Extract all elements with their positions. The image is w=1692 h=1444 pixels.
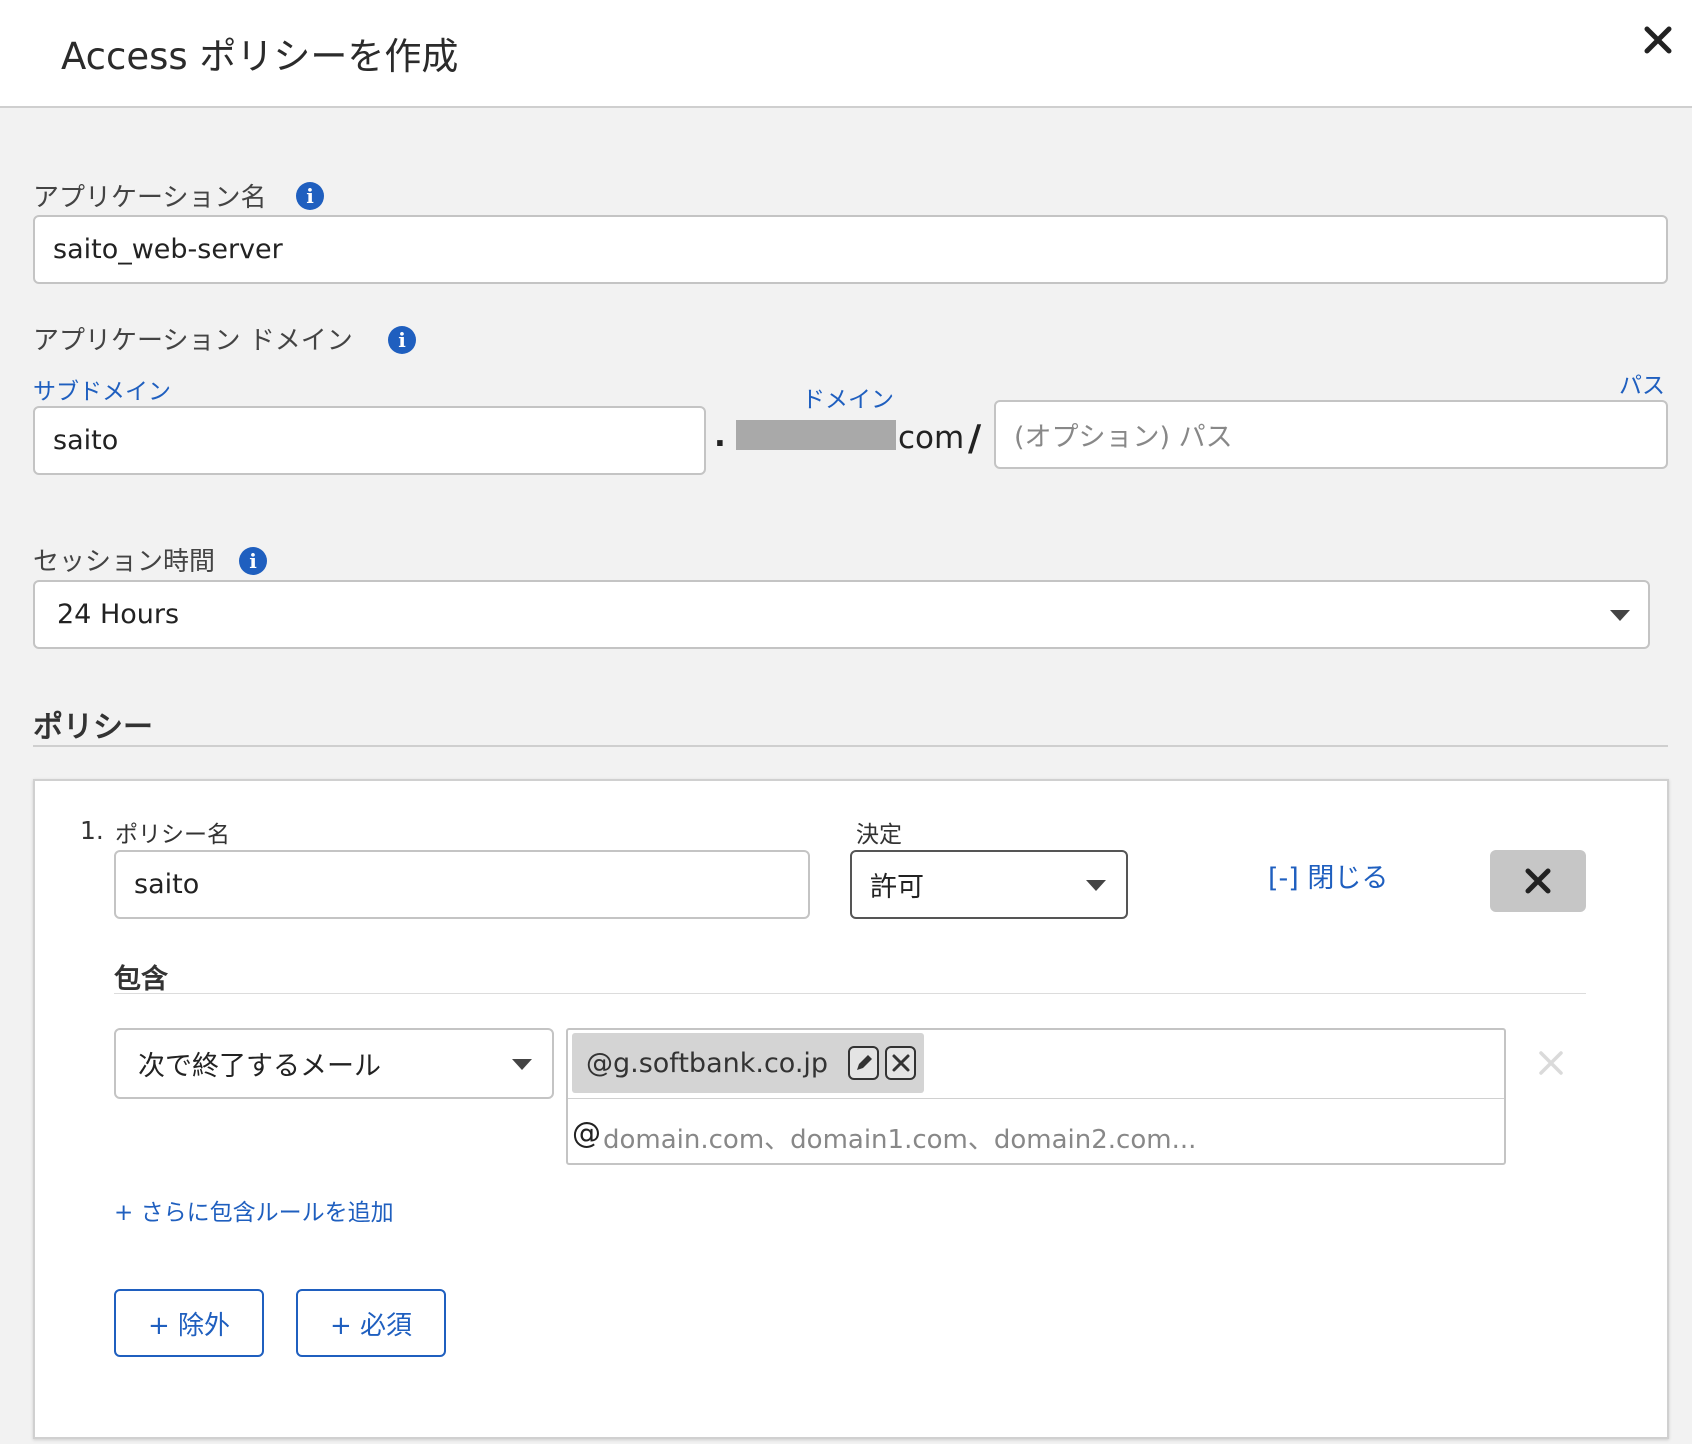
app-name-label: アプリケーション名 [33, 183, 267, 213]
domain-dot: . [714, 418, 726, 454]
app-name-input[interactable]: saito_web-server [33, 215, 1668, 284]
info-icon[interactable]: i [239, 547, 267, 575]
close-icon [1539, 1051, 1563, 1075]
redacted-domain [736, 420, 896, 450]
domain-tag: @g.softbank.co.jp [572, 1033, 924, 1093]
domain-input-placeholder[interactable]: domain.com、domain1.com、domain2.com... [603, 1119, 1196, 1156]
decision-value: 許可 [870, 872, 924, 903]
chevron-down-icon [1610, 610, 1630, 621]
domain-suffix: com [898, 420, 965, 456]
rule-type-value: 次で終了するメール [138, 1051, 381, 1082]
chevron-down-icon [512, 1059, 532, 1070]
app-domain-label: アプリケーション ドメイン [33, 326, 353, 356]
include-title: 包含 [114, 964, 168, 995]
close-icon [1644, 26, 1672, 54]
policy-section-title: ポリシー [33, 710, 153, 745]
path-input[interactable]: (オプション) パス [994, 400, 1668, 469]
session-select[interactable]: 24 Hours [33, 580, 1650, 649]
chevron-down-icon [1086, 880, 1106, 891]
policy-name-input[interactable]: saito [114, 850, 810, 919]
info-icon[interactable]: i [296, 182, 324, 210]
domain-tag-value: @g.softbank.co.jp [586, 1047, 829, 1079]
close-dialog-button[interactable] [1640, 22, 1676, 58]
close-icon [1525, 868, 1551, 894]
domain-label: ドメイン [802, 387, 894, 413]
field-divider [568, 1098, 1504, 1099]
edit-tag-button[interactable] [848, 1046, 880, 1080]
add-require-button[interactable]: + 必須 [296, 1289, 446, 1357]
include-divider [114, 993, 1586, 994]
policy-number: 1. [80, 816, 104, 845]
close-icon [892, 1054, 910, 1072]
subdomain-input[interactable]: saito [33, 406, 706, 475]
add-include-rule-link[interactable]: + さらに包含ルールを追加 [114, 1193, 394, 1227]
remove-rule-button[interactable] [1536, 1048, 1566, 1078]
path-slash: / [968, 418, 982, 459]
decision-label: 決定 [856, 822, 902, 848]
session-label: セッション時間 [33, 547, 216, 577]
section-divider [33, 745, 1668, 747]
dialog-title: Access ポリシーを作成 [61, 35, 459, 78]
session-value: 24 Hours [57, 599, 180, 630]
rule-type-select[interactable]: 次で終了するメール [114, 1028, 554, 1099]
pencil-icon [856, 1055, 872, 1070]
decision-select[interactable]: 許可 [850, 850, 1128, 919]
at-symbol: @ [572, 1116, 601, 1150]
collapse-link[interactable]: [-] 閉じる [1268, 856, 1388, 895]
add-exclude-button[interactable]: + 除外 [114, 1289, 264, 1357]
info-icon[interactable]: i [388, 326, 416, 354]
remove-tag-button[interactable] [885, 1046, 916, 1080]
delete-policy-button[interactable] [1490, 850, 1586, 912]
policy-name-label: ポリシー名 [115, 822, 230, 848]
subdomain-label: サブドメイン [33, 379, 171, 405]
path-label: パス [1619, 373, 1665, 399]
